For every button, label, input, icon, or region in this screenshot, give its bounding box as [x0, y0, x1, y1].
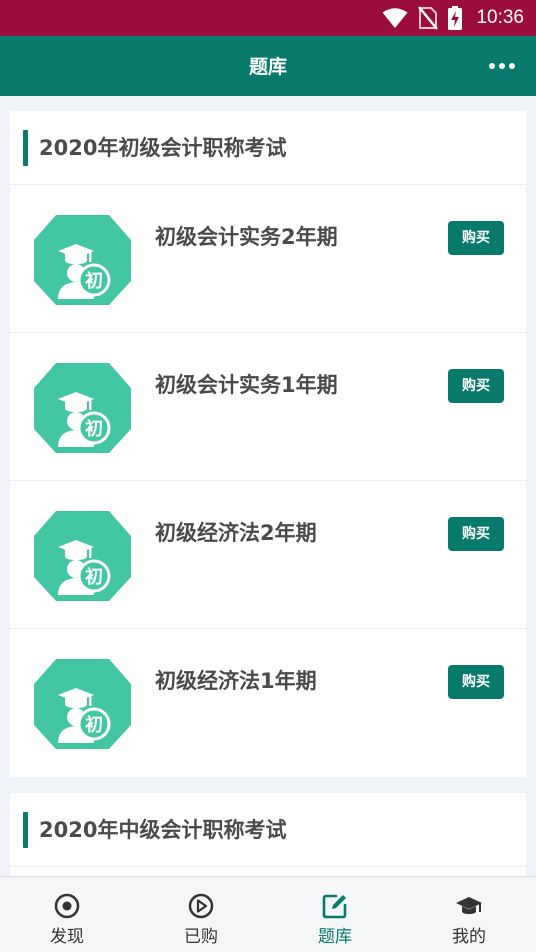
nav-label: 发现	[50, 927, 84, 947]
edit-icon	[322, 894, 347, 919]
discover-icon	[54, 893, 80, 919]
item-title: 初级经济法2年期	[155, 521, 317, 545]
badge-text: 初	[85, 714, 103, 736]
more-dot-icon	[499, 63, 505, 69]
nav-item-purchased[interactable]: 已购	[134, 877, 268, 952]
bottom-navigation: 发现 已购 题库 我的	[0, 876, 536, 952]
exam-section-intermediate: 2020年中级会计职称考试	[10, 793, 526, 883]
graduate-badge-icon: 初	[34, 215, 131, 305]
page-title: 题库	[248, 56, 287, 78]
section-title: 2020年中级会计职称考试	[39, 818, 287, 842]
item-title: 初级会计实务2年期	[155, 225, 338, 249]
item-title: 初级经济法1年期	[155, 669, 317, 693]
graduate-badge-icon: 初	[34, 363, 131, 453]
no-sim-icon	[418, 6, 439, 30]
list-item[interactable]: 初 初级会计实务1年期 购买	[10, 333, 526, 481]
nav-label: 我的	[452, 927, 486, 947]
buy-button[interactable]: 购买	[448, 369, 504, 403]
play-circle-icon	[188, 893, 214, 919]
graduation-cap-icon	[456, 897, 482, 914]
more-dot-icon	[489, 63, 495, 69]
status-bar: 10:36	[0, 0, 536, 36]
status-time: 10:36	[476, 7, 524, 28]
exam-section-junior: 2020年初级会计职称考试 初 初级会计实务2年期 购买 初 初级会计实务1年期	[10, 111, 526, 777]
nav-label: 题库	[318, 927, 352, 947]
nav-label: 已购	[184, 927, 218, 947]
list-item[interactable]: 初 初级会计实务2年期 购买	[10, 185, 526, 333]
buy-button[interactable]: 购买	[448, 221, 504, 255]
more-options-button[interactable]	[488, 54, 516, 78]
graduate-badge-icon: 初	[34, 659, 131, 749]
battery-charging-icon	[448, 6, 463, 30]
nav-item-question-bank[interactable]: 题库	[268, 877, 402, 952]
list-item[interactable]: 初 初级经济法1年期 购买	[10, 629, 526, 777]
section-title: 2020年初级会计职称考试	[39, 136, 287, 160]
buy-button[interactable]: 购买	[448, 665, 504, 699]
section-accent-bar	[23, 130, 28, 166]
list-item[interactable]: 初 初级经济法2年期 购买	[10, 481, 526, 629]
graduate-badge-icon: 初	[34, 511, 131, 601]
app-bar: 题库	[0, 36, 536, 96]
item-title: 初级会计实务1年期	[155, 373, 338, 397]
nav-item-discover[interactable]: 发现	[0, 877, 134, 952]
buy-button[interactable]: 购买	[448, 517, 504, 551]
section-accent-bar	[23, 812, 28, 848]
badge-text: 初	[85, 418, 103, 440]
more-dot-icon	[509, 63, 515, 69]
section-header: 2020年初级会计职称考试	[10, 111, 526, 185]
section-header: 2020年中级会计职称考试	[10, 793, 526, 867]
wifi-icon	[382, 8, 408, 28]
nav-item-mine[interactable]: 我的	[402, 877, 536, 952]
badge-text: 初	[85, 270, 103, 292]
badge-text: 初	[85, 566, 103, 588]
